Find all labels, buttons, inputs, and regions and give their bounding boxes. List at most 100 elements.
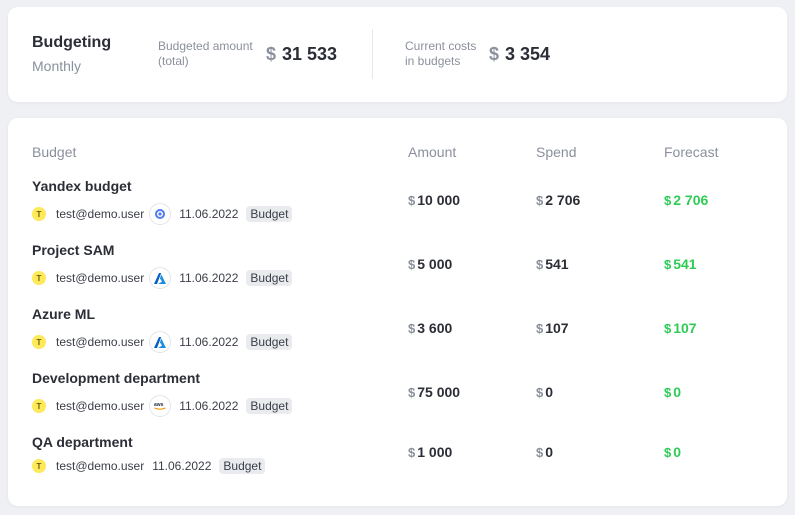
created-date: 11.06.2022 — [152, 459, 212, 473]
currency-symbol: $ — [536, 445, 544, 460]
budget-meta: T test@demo.user aws 11.06.2022 Budget — [32, 395, 293, 417]
owner-email: test@demo.user — [56, 335, 145, 349]
azure-icon — [149, 267, 172, 289]
avatar: T — [32, 207, 46, 221]
forecast-number: 107 — [673, 320, 697, 336]
forecast-number: 0 — [673, 444, 682, 460]
current-costs-label-line1: Current costs — [405, 39, 477, 53]
yandex-cloud-icon — [149, 203, 172, 225]
column-header-forecast[interactable]: Forecast — [664, 144, 718, 160]
spend-value: $107 — [536, 320, 569, 336]
budgets-table: Budget Amount Spend Forecast Yandex budg… — [8, 118, 787, 506]
aws-icon: aws — [149, 395, 172, 417]
type-badge: Budget — [219, 458, 266, 474]
current-costs-value: $3 354 — [489, 44, 550, 65]
type-badge: Budget — [246, 206, 293, 222]
currency-symbol: $ — [664, 321, 672, 336]
budget-name-link[interactable]: Azure ML — [32, 306, 95, 322]
budget-name-link[interactable]: Yandex budget — [32, 178, 132, 194]
currency-symbol: $ — [536, 321, 544, 336]
spend-value: $541 — [536, 256, 569, 272]
currency-symbol: $ — [536, 385, 544, 400]
period-label: Monthly — [32, 58, 82, 74]
budgeted-amount-value: $31 533 — [266, 44, 337, 65]
currency-symbol: $ — [266, 44, 277, 64]
currency-symbol: $ — [408, 445, 416, 460]
spend-number: 107 — [545, 320, 569, 336]
budget-summary-card: Budgeting Monthly Budgeted amount (total… — [8, 7, 787, 102]
budget-meta: T test@demo.user 11.06.2022 Budget — [32, 267, 293, 289]
created-date: 11.06.2022 — [179, 335, 239, 349]
spend-number: 0 — [545, 384, 554, 400]
forecast-number: 541 — [673, 256, 697, 272]
current-costs-label-line2: in budgets — [405, 54, 461, 68]
currency-symbol: $ — [536, 257, 544, 272]
forecast-value: $0 — [664, 444, 681, 460]
forecast-number: 0 — [673, 384, 682, 400]
spend-value: $2 706 — [536, 192, 580, 208]
amount-number: 5 000 — [417, 256, 453, 272]
amount-number: 10 000 — [417, 192, 461, 208]
budgeted-amount-label-line2: (total) — [158, 54, 189, 68]
created-date: 11.06.2022 — [179, 207, 239, 221]
avatar: T — [32, 459, 46, 473]
azure-icon — [149, 331, 172, 353]
currency-symbol: $ — [408, 385, 416, 400]
currency-symbol: $ — [664, 193, 672, 208]
budget-meta: T test@demo.user 11.06.2022 Budget — [32, 455, 266, 477]
amount-number: 75 000 — [417, 384, 461, 400]
type-badge: Budget — [246, 270, 293, 286]
amount-number: 3 600 — [417, 320, 453, 336]
spend-value: $0 — [536, 444, 553, 460]
spend-number: 0 — [545, 444, 554, 460]
currency-symbol: $ — [664, 385, 672, 400]
currency-symbol: $ — [408, 257, 416, 272]
amount-value: $10 000 — [408, 192, 460, 208]
created-date: 11.06.2022 — [179, 271, 239, 285]
amount-value: $1 000 — [408, 444, 452, 460]
type-badge: Budget — [246, 334, 293, 350]
type-badge: Budget — [246, 398, 293, 414]
page-title: Budgeting — [32, 34, 112, 51]
budget-meta: T test@demo.user 11.06.2022 Budget — [32, 331, 293, 353]
amount-value: $75 000 — [408, 384, 460, 400]
svg-text:aws: aws — [154, 402, 164, 408]
current-costs-label: Current costs in budgets — [405, 39, 476, 69]
spend-number: 541 — [545, 256, 569, 272]
currency-symbol: $ — [408, 321, 416, 336]
owner-email: test@demo.user — [56, 459, 145, 473]
budget-name-link[interactable]: Project SAM — [32, 242, 114, 258]
currency-symbol: $ — [664, 257, 672, 272]
amount-number: 1 000 — [417, 444, 453, 460]
currency-symbol: $ — [408, 193, 416, 208]
column-header-amount[interactable]: Amount — [408, 144, 456, 160]
currency-symbol: $ — [664, 445, 672, 460]
avatar: T — [32, 399, 46, 413]
column-header-budget[interactable]: Budget — [32, 144, 76, 160]
forecast-value: $2 706 — [664, 192, 708, 208]
budget-meta: T test@demo.user 11.06.2022 Budget — [32, 203, 293, 225]
budgeted-amount-label: Budgeted amount (total) — [158, 39, 253, 69]
budget-name-link[interactable]: QA department — [32, 434, 133, 450]
avatar: T — [32, 271, 46, 285]
created-date: 11.06.2022 — [179, 399, 239, 413]
currency-symbol: $ — [489, 44, 500, 64]
budget-name-link[interactable]: Development department — [32, 370, 200, 386]
forecast-value: $107 — [664, 320, 697, 336]
column-header-spend[interactable]: Spend — [536, 144, 576, 160]
forecast-value: $0 — [664, 384, 681, 400]
owner-email: test@demo.user — [56, 271, 145, 285]
avatar: T — [32, 335, 46, 349]
budgeted-amount-label-line1: Budgeted amount — [158, 39, 253, 53]
forecast-number: 2 706 — [673, 192, 709, 208]
spend-value: $0 — [536, 384, 553, 400]
currency-symbol: $ — [536, 193, 544, 208]
budgeted-amount-number: 31 533 — [282, 44, 338, 64]
owner-email: test@demo.user — [56, 207, 145, 221]
forecast-value: $541 — [664, 256, 697, 272]
summary-divider — [372, 29, 373, 79]
owner-email: test@demo.user — [56, 399, 145, 413]
amount-value: $3 600 — [408, 320, 452, 336]
current-costs-number: 3 354 — [505, 44, 551, 64]
amount-value: $5 000 — [408, 256, 452, 272]
